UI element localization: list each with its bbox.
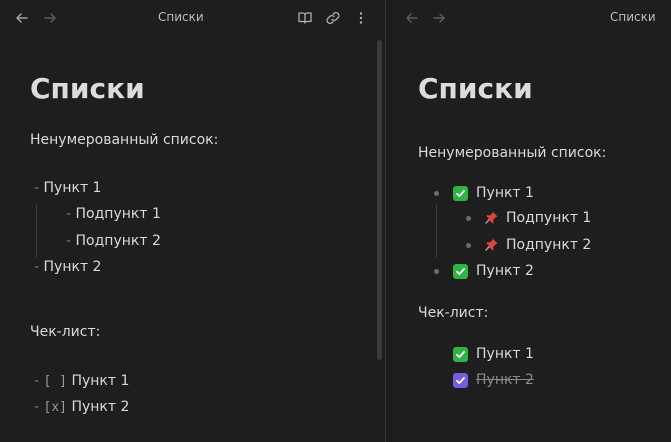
checklist-label: Чек-лист: xyxy=(30,324,101,340)
list-item[interactable]: - Пункт 2 xyxy=(34,259,101,275)
unordered-list-label: Ненумерованный список: xyxy=(30,132,219,148)
arrow-right-icon xyxy=(44,13,56,23)
list-marker: - xyxy=(34,180,40,196)
list-item: Подпункт 1 xyxy=(466,208,591,228)
checklist-label: Чек-лист: xyxy=(418,305,489,321)
check-mark-button-icon xyxy=(453,263,468,279)
list-marker: - xyxy=(34,259,40,275)
task-box-syntax: [x] xyxy=(43,400,67,415)
book-open-icon xyxy=(298,12,312,24)
forward-button[interactable] xyxy=(430,9,448,27)
list-marker: - xyxy=(66,206,72,222)
list-item[interactable]: - Пункт 1 xyxy=(34,180,101,196)
list-marker: - xyxy=(34,373,40,389)
back-button[interactable] xyxy=(403,9,421,27)
unordered-list-label: Ненумерованный список: xyxy=(418,145,607,161)
editor-pane-source: Списки Списки Ненумерованный список: - П… xyxy=(0,0,386,442)
arrow-right-icon xyxy=(433,13,445,23)
bullet-icon xyxy=(434,190,439,196)
checklist-item[interactable]: Пункт 1 xyxy=(453,344,534,364)
list-item: Подпункт 2 xyxy=(466,235,591,255)
indent-guide xyxy=(36,204,37,258)
check-mark-button-icon[interactable] xyxy=(453,346,468,362)
task-box-syntax: [ ] xyxy=(43,374,67,389)
editor-pane-preview: Списки Списки Ненумерованный список: Пун… xyxy=(386,0,671,442)
checklist-item-text: Пункт 2 xyxy=(476,372,534,388)
arrow-left-icon xyxy=(16,13,28,23)
list-item-text: Пункт 2 xyxy=(476,263,534,279)
list-marker: - xyxy=(66,233,72,249)
view-header: Списки xyxy=(0,0,386,36)
list-item[interactable]: - Подпункт 1 xyxy=(66,206,161,222)
pushpin-icon xyxy=(483,210,499,226)
list-item[interactable]: - Подпункт 2 xyxy=(66,233,161,249)
arrow-left-icon xyxy=(406,13,418,23)
scrollbar[interactable] xyxy=(377,40,382,360)
checklist-item[interactable]: - [ ] Пункт 1 xyxy=(34,373,129,389)
more-vertical-icon xyxy=(359,12,363,24)
view-header-title[interactable]: Списки xyxy=(610,10,656,24)
reading-view-button[interactable] xyxy=(296,9,314,27)
list-item-text: Пункт 2 xyxy=(43,259,102,275)
pushpin-icon xyxy=(483,237,499,253)
bullet-icon xyxy=(434,268,439,274)
indent-guide xyxy=(436,204,437,258)
forward-button[interactable] xyxy=(41,9,59,27)
list-marker: - xyxy=(34,399,40,415)
view-header: Списки xyxy=(386,0,671,36)
note-heading: Списки xyxy=(418,72,533,105)
list-item: Пункт 1 xyxy=(434,183,534,203)
list-item: Пункт 2 xyxy=(434,261,534,281)
checklist-item[interactable]: Пункт 2 xyxy=(453,370,534,390)
back-button[interactable] xyxy=(13,9,31,27)
bullet-icon xyxy=(466,242,471,248)
checklist-item-text: Пункт 1 xyxy=(476,346,534,362)
checklist-item-text: Пункт 1 xyxy=(71,373,130,389)
list-item-text: Подпункт 1 xyxy=(75,206,161,222)
list-item-text: Подпункт 1 xyxy=(506,210,592,226)
bullet-icon xyxy=(466,215,471,221)
note-heading: Списки xyxy=(30,72,145,105)
link-button[interactable] xyxy=(324,9,342,27)
checklist-item-text: Пункт 2 xyxy=(71,399,130,415)
check-mark-button-icon xyxy=(453,185,468,201)
checkbox-checked-icon[interactable] xyxy=(453,372,468,388)
checklist-item[interactable]: - [x] Пункт 2 xyxy=(34,399,129,415)
view-header-title[interactable]: Списки xyxy=(158,10,204,24)
list-item-text: Подпункт 2 xyxy=(506,237,592,253)
list-item-text: Подпункт 2 xyxy=(75,233,161,249)
list-item-text: Пункт 1 xyxy=(43,180,102,196)
list-item-text: Пункт 1 xyxy=(476,185,534,201)
link-icon xyxy=(326,11,340,25)
more-options-button[interactable] xyxy=(352,9,370,27)
